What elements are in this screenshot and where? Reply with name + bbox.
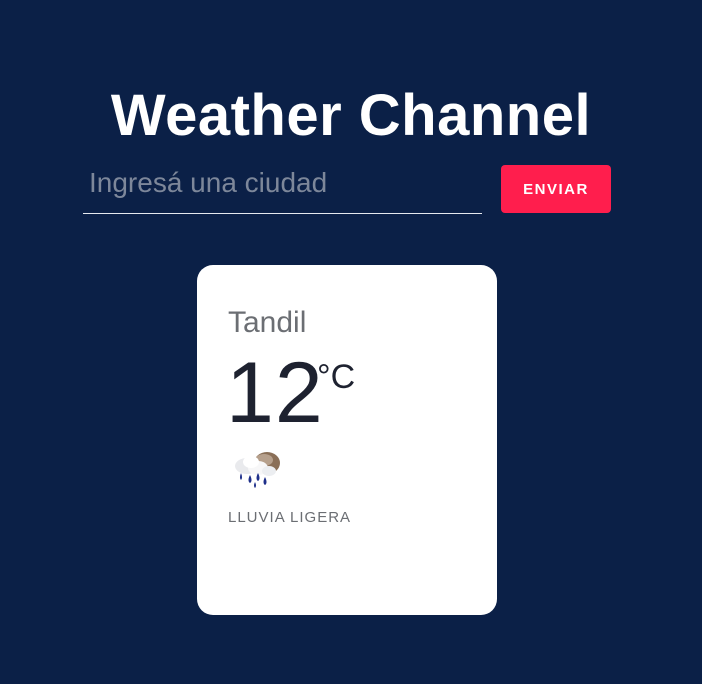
weather-card: Tandil 12 °C LLUVIA LIGERA: [197, 265, 497, 615]
page-title: Weather Channel: [110, 82, 592, 148]
temperature-value: 12: [226, 345, 324, 441]
city-search-input[interactable]: [83, 162, 482, 214]
light-rain-icon: [235, 452, 280, 488]
temperature-unit: °C: [317, 358, 356, 396]
weather-description: LLUVIA LIGERA: [228, 509, 352, 526]
city-name: Tandil: [228, 306, 307, 339]
send-button[interactable]: ENVIAR: [501, 165, 611, 213]
